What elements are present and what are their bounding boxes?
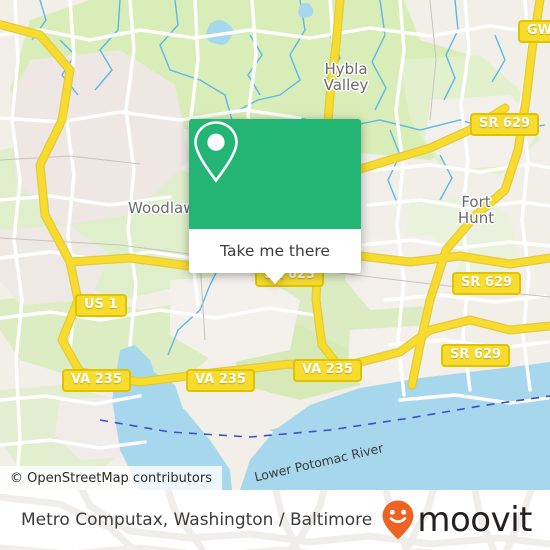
moovit-smiley-pin-icon bbox=[382, 500, 414, 540]
road-shield-va-235-mid[interactable]: VA 235 bbox=[186, 369, 255, 392]
footer-bar: Metro Computax, Washington / Baltimore m… bbox=[0, 490, 550, 550]
road-shield-gw-memorial-pkwy[interactable]: GWM bbox=[518, 20, 550, 43]
take-me-there-label: Take me there bbox=[220, 242, 330, 260]
road-shield-us-1[interactable]: US 1 bbox=[75, 294, 127, 317]
footer-location-title: Metro Computax, Washington / Baltimore bbox=[21, 510, 373, 530]
road-shield-sr-629-south[interactable]: SR 629 bbox=[441, 344, 511, 367]
road-shield-sr-629-north[interactable]: SR 629 bbox=[470, 113, 540, 136]
take-me-there-button[interactable]: Take me there bbox=[189, 229, 361, 273]
location-popup-card[interactable]: Take me there bbox=[189, 119, 361, 284]
moovit-wordmark: moovit bbox=[417, 500, 532, 540]
popup-icon-area bbox=[189, 119, 361, 229]
map-pin-icon bbox=[194, 121, 238, 183]
road-shield-va-235-west[interactable]: VA 235 bbox=[62, 369, 131, 392]
map-screenshot: Hybla Valley Woodlawn Fort Hunt GWM SR 6… bbox=[0, 0, 550, 550]
road-shield-va-235-east[interactable]: VA 235 bbox=[293, 359, 362, 382]
osm-attribution-text: © OpenStreetMap contributors bbox=[10, 470, 212, 486]
road-shield-sr-629-mid[interactable]: SR 629 bbox=[452, 272, 522, 295]
map-canvas[interactable]: Hybla Valley Woodlawn Fort Hunt GWM SR 6… bbox=[0, 0, 550, 490]
moovit-brand[interactable]: moovit bbox=[381, 499, 532, 541]
osm-attribution[interactable]: © OpenStreetMap contributors bbox=[0, 466, 222, 490]
popup-tail bbox=[264, 272, 286, 284]
